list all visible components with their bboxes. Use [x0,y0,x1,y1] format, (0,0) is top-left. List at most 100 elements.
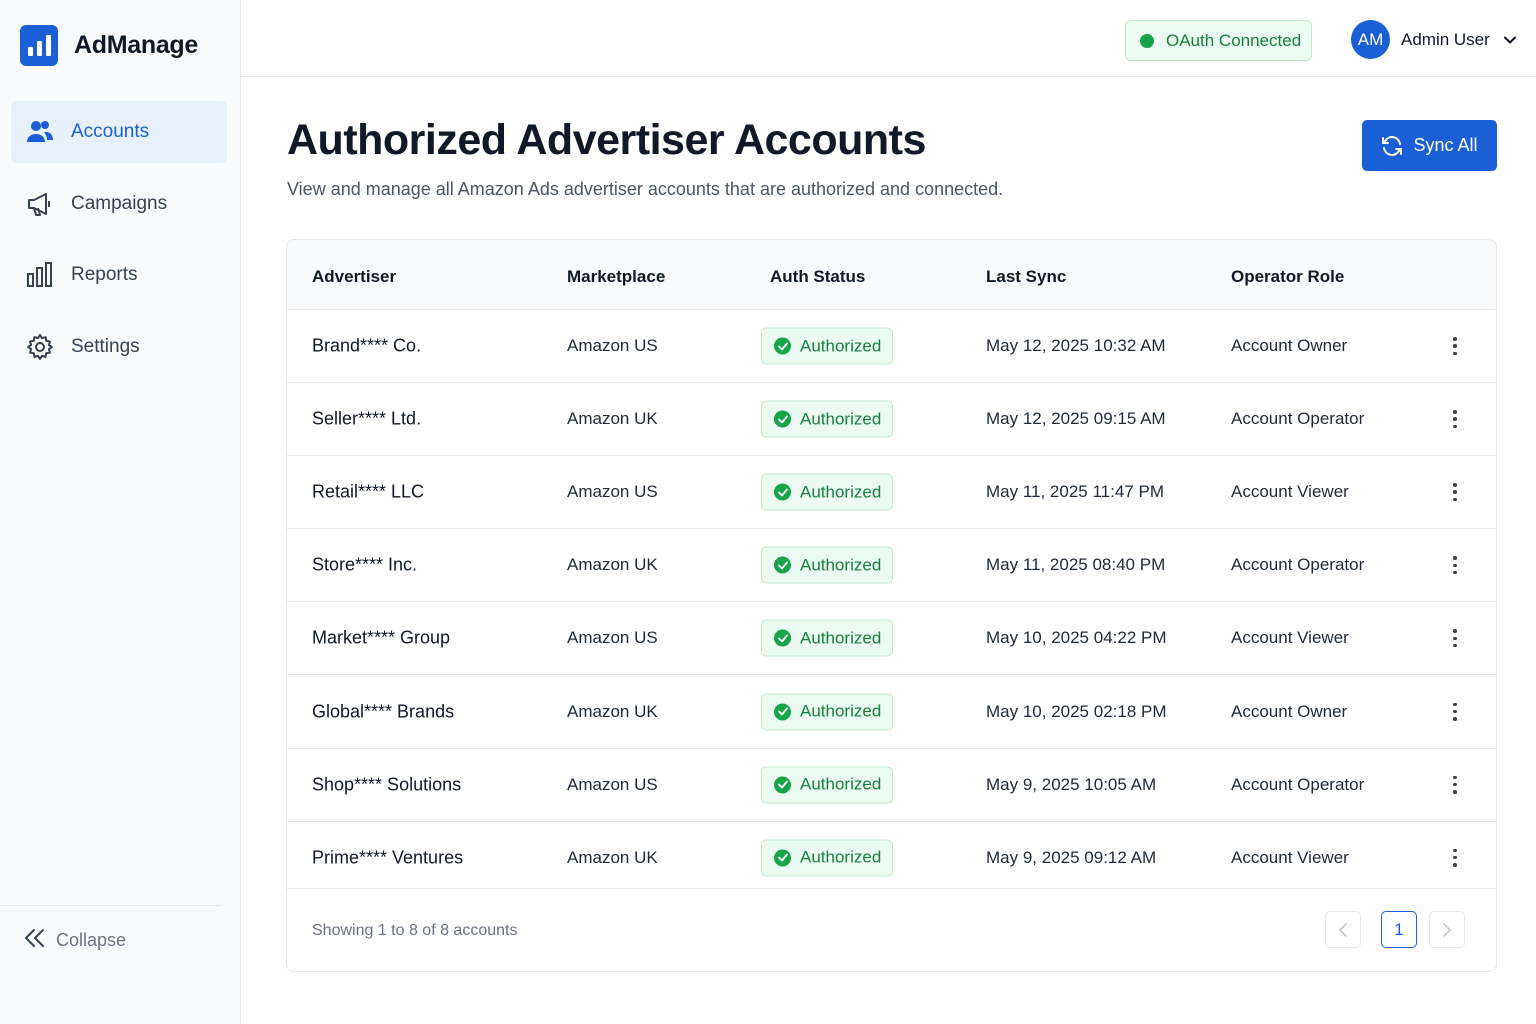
last-sync: May 10, 2025 02:18 PM [986,701,1167,721]
check-circle-icon [774,849,791,867]
advertiser-name: Brand**** Co. [312,335,422,356]
status-label: Authorized [800,336,882,356]
page-button-current[interactable]: 1 [1381,911,1417,948]
oauth-status-label: OAuth Connected [1166,30,1302,50]
table-row[interactable]: Shop**** Solutions Amazon US Authorized … [287,748,1496,822]
brand[interactable]: AdManage [20,25,198,66]
sidebar-item-label: Settings [71,335,140,357]
more-vertical-icon [1453,410,1457,414]
table-row[interactable]: Market**** Group Amazon US Authorized Ma… [287,602,1496,676]
top-header: OAuth Connected AM Admin User [241,0,1536,77]
column-header-last-sync[interactable]: Last Sync [986,267,1066,287]
chevron-right-icon [1443,922,1451,937]
marketplace: Amazon UK [567,555,658,575]
user-menu[interactable]: AM Admin User [1351,20,1516,59]
sidebar-item-reports[interactable]: Reports [11,244,227,306]
operator-role: Account Viewer [1231,847,1349,867]
page-title: Authorized Advertiser Accounts [287,116,926,164]
user-name: Admin User [1401,29,1490,49]
status-label: Authorized [800,555,882,575]
last-sync: May 9, 2025 10:05 AM [986,774,1157,794]
sidebar-item-settings[interactable]: Settings [11,316,227,378]
row-actions-button[interactable] [1447,773,1463,797]
table-row[interactable]: Prime**** Ventures Amazon UK Authorized … [287,821,1496,895]
check-circle-icon [774,629,791,647]
collapse-button[interactable]: Collapse [24,928,126,953]
sidebar-item-campaigns[interactable]: Campaigns [11,173,227,235]
check-circle-icon [774,337,791,355]
operator-role: Account Owner [1231,701,1348,721]
check-circle-icon [774,776,791,794]
page-subtitle: View and manage all Amazon Ads advertise… [287,179,1004,199]
row-actions-button[interactable] [1447,700,1463,724]
brand-name: AdManage [74,31,199,59]
prev-page-button[interactable] [1325,911,1361,948]
check-circle-icon [774,556,791,574]
last-sync: May 11, 2025 08:40 PM [986,555,1166,575]
refresh-icon [1382,135,1403,156]
row-actions-button[interactable] [1447,626,1463,650]
advertiser-name: Market**** Group [312,627,451,648]
table-row[interactable]: Global**** Brands Amazon UK Authorized M… [287,675,1496,749]
avatar: AM [1351,20,1390,59]
sidebar-item-accounts[interactable]: Accounts [11,101,227,163]
operator-role: Account Viewer [1231,482,1349,502]
status-label: Authorized [800,409,882,429]
gear-icon [25,332,55,362]
table-row[interactable]: Seller**** Ltd. Amazon UK Authorized May… [287,383,1496,457]
table-row[interactable]: Store**** Inc. Amazon UK Authorized May … [287,529,1496,603]
check-circle-icon [774,410,791,428]
advertiser-name: Shop**** Solutions [312,774,462,795]
sidebar-nav: Accounts Campaigns Reports Settings [11,101,227,387]
pagination-summary: Showing 1 to 8 of 8 accounts [312,922,518,939]
row-actions-button[interactable] [1447,334,1463,358]
last-sync: May 11, 2025 11:47 PM [986,482,1164,502]
oauth-status-badge: OAuth Connected [1125,20,1312,61]
users-icon [25,117,55,147]
bar-chart-icon [25,260,55,290]
brand-logo-icon [20,25,58,66]
double-chevron-left-icon [24,928,46,953]
sync-all-button[interactable]: Sync All [1362,120,1497,171]
next-page-button[interactable] [1429,911,1465,948]
table-row[interactable]: Retail**** LLC Amazon US Authorized May … [287,456,1496,530]
operator-role: Account Operator [1231,774,1365,794]
row-actions-button[interactable] [1447,480,1463,504]
column-header-marketplace[interactable]: Marketplace [567,267,665,287]
status-dot-icon [1140,33,1154,48]
operator-role: Account Operator [1231,555,1365,575]
table-row[interactable]: Brand**** Co. Amazon US Authorized May 1… [287,310,1496,384]
sidebar-item-label: Reports [71,264,138,285]
sidebar-item-label: Accounts [71,121,150,142]
status-label: Authorized [800,774,882,794]
status-label: Authorized [800,847,882,867]
operator-role: Account Operator [1231,409,1365,429]
operator-role: Account Viewer [1231,628,1349,648]
status-badge: Authorized [761,327,893,365]
sidebar-item-label: Campaigns [71,192,168,214]
column-header-auth-status[interactable]: Auth Status [770,267,865,287]
status-badge: Authorized [761,693,893,731]
sidebar-divider [0,905,221,906]
status-badge: Authorized [761,619,893,657]
last-sync: May 12, 2025 10:32 AM [986,336,1166,356]
status-badge: Authorized [761,839,893,877]
table-header: Advertiser Marketplace Auth Status Last … [287,240,1496,310]
accounts-table: Advertiser Marketplace Auth Status Last … [286,239,1497,972]
advertiser-name: Store**** Inc. [312,554,418,575]
operator-role: Account Owner [1231,336,1348,356]
row-actions-button[interactable] [1447,553,1463,577]
collapse-label: Collapse [56,930,127,950]
more-vertical-icon [1453,848,1457,853]
column-header-advertiser[interactable]: Advertiser [312,267,396,287]
status-badge: Authorized [761,766,893,804]
column-header-operator-role[interactable]: Operator Role [1231,267,1344,287]
table-footer: Showing 1 to 8 of 8 accounts 1 [287,888,1496,971]
more-vertical-icon [1453,483,1457,487]
status-badge: Authorized [761,400,893,438]
row-actions-button[interactable] [1447,846,1463,870]
marketplace: Amazon US [567,628,658,648]
status-label: Authorized [800,628,882,648]
row-actions-button[interactable] [1447,407,1463,431]
more-vertical-icon [1453,337,1457,341]
